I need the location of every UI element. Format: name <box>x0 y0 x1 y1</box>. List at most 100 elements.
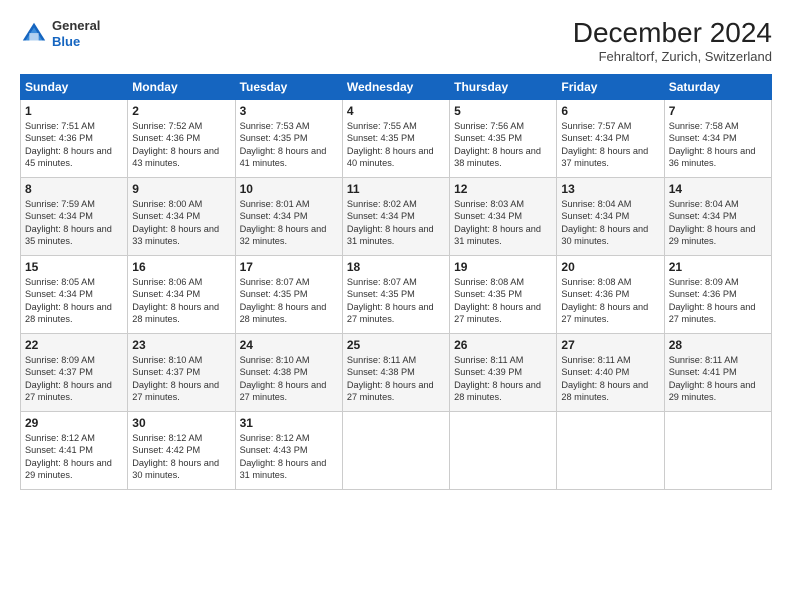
cell-content: Sunrise: 8:12 AMSunset: 4:43 PMDaylight:… <box>240 433 327 480</box>
cell-content: Sunrise: 7:52 AMSunset: 4:36 PMDaylight:… <box>132 121 219 168</box>
cell-content: Sunrise: 8:08 AMSunset: 4:35 PMDaylight:… <box>454 277 541 324</box>
week-row-4: 22Sunrise: 8:09 AMSunset: 4:37 PMDayligh… <box>21 333 772 411</box>
cell-content: Sunrise: 8:05 AMSunset: 4:34 PMDaylight:… <box>25 277 112 324</box>
calendar-cell: 30Sunrise: 8:12 AMSunset: 4:42 PMDayligh… <box>128 411 235 489</box>
calendar-cell <box>450 411 557 489</box>
day-number: 7 <box>669 104 767 118</box>
day-number: 29 <box>25 416 123 430</box>
day-header-saturday: Saturday <box>664 74 771 99</box>
day-number: 14 <box>669 182 767 196</box>
calendar-cell: 9 Sunrise: 8:00 AMSunset: 4:34 PMDaylight… <box>128 177 235 255</box>
day-number: 23 <box>132 338 230 352</box>
cell-content: Sunrise: 8:11 AMSunset: 4:39 PMDaylight:… <box>454 355 541 402</box>
calendar-cell: 21 Sunrise: 8:09 AMSunset: 4:36 PMDayligh… <box>664 255 771 333</box>
cell-content: Sunrise: 7:57 AMSunset: 4:34 PMDaylight:… <box>561 121 648 168</box>
calendar-cell: 26 Sunrise: 8:11 AMSunset: 4:39 PMDayligh… <box>450 333 557 411</box>
cell-content: Sunrise: 8:08 AMSunset: 4:36 PMDaylight:… <box>561 277 648 324</box>
week-row-1: 1 Sunrise: 7:51 AMSunset: 4:36 PMDaylight… <box>21 99 772 177</box>
cell-content: Sunrise: 8:07 AMSunset: 4:35 PMDaylight:… <box>240 277 327 324</box>
calendar-cell: 13Sunrise: 8:04 AMSunset: 4:34 PMDayligh… <box>557 177 664 255</box>
day-number: 27 <box>561 338 659 352</box>
cell-content: Sunrise: 8:06 AMSunset: 4:34 PMDaylight:… <box>132 277 219 324</box>
header-row: SundayMondayTuesdayWednesdayThursdayFrid… <box>21 74 772 99</box>
calendar-page: General Blue December 2024 Fehraltorf, Z… <box>0 0 792 612</box>
cell-content: Sunrise: 8:10 AMSunset: 4:37 PMDaylight:… <box>132 355 219 402</box>
day-number: 6 <box>561 104 659 118</box>
calendar-cell: 16 Sunrise: 8:06 AMSunset: 4:34 PMDayligh… <box>128 255 235 333</box>
cell-content: Sunrise: 8:01 AMSunset: 4:34 PMDaylight:… <box>240 199 327 246</box>
cell-content: Sunrise: 8:07 AMSunset: 4:35 PMDaylight:… <box>347 277 434 324</box>
cell-content: Sunrise: 8:11 AMSunset: 4:38 PMDaylight:… <box>347 355 434 402</box>
day-number: 16 <box>132 260 230 274</box>
day-header-sunday: Sunday <box>21 74 128 99</box>
calendar-cell: 14 Sunrise: 8:04 AMSunset: 4:34 PMDayligh… <box>664 177 771 255</box>
calendar-cell: 29 Sunrise: 8:12 AMSunset: 4:41 PMDayligh… <box>21 411 128 489</box>
calendar-cell: 7Sunrise: 7:58 AMSunset: 4:34 PMDaylight… <box>664 99 771 177</box>
month-title: December 2024 <box>573 18 772 49</box>
day-number: 19 <box>454 260 552 274</box>
cell-content: Sunrise: 8:09 AMSunset: 4:36 PMDaylight:… <box>669 277 756 324</box>
cell-content: Sunrise: 8:10 AMSunset: 4:38 PMDaylight:… <box>240 355 327 402</box>
day-number: 9 <box>132 182 230 196</box>
calendar-cell: 25 Sunrise: 8:11 AMSunset: 4:38 PMDayligh… <box>342 333 449 411</box>
calendar-cell <box>557 411 664 489</box>
calendar-cell: 19 Sunrise: 8:08 AMSunset: 4:35 PMDayligh… <box>450 255 557 333</box>
day-number: 1 <box>25 104 123 118</box>
day-number: 28 <box>669 338 767 352</box>
day-number: 18 <box>347 260 445 274</box>
day-header-wednesday: Wednesday <box>342 74 449 99</box>
title-block: December 2024 Fehraltorf, Zurich, Switze… <box>573 18 772 64</box>
calendar-cell: 22Sunrise: 8:09 AMSunset: 4:37 PMDayligh… <box>21 333 128 411</box>
calendar-cell: 23 Sunrise: 8:10 AMSunset: 4:37 PMDayligh… <box>128 333 235 411</box>
day-number: 21 <box>669 260 767 274</box>
cell-content: Sunrise: 8:11 AMSunset: 4:40 PMDaylight:… <box>561 355 648 402</box>
day-header-thursday: Thursday <box>450 74 557 99</box>
day-number: 24 <box>240 338 338 352</box>
calendar-cell: 24 Sunrise: 8:10 AMSunset: 4:38 PMDayligh… <box>235 333 342 411</box>
day-header-monday: Monday <box>128 74 235 99</box>
cell-content: Sunrise: 8:03 AMSunset: 4:34 PMDaylight:… <box>454 199 541 246</box>
cell-content: Sunrise: 8:02 AMSunset: 4:34 PMDaylight:… <box>347 199 434 246</box>
day-number: 15 <box>25 260 123 274</box>
calendar-cell: 17 Sunrise: 8:07 AMSunset: 4:35 PMDayligh… <box>235 255 342 333</box>
day-header-friday: Friday <box>557 74 664 99</box>
cell-content: Sunrise: 7:59 AMSunset: 4:34 PMDaylight:… <box>25 199 112 246</box>
location: Fehraltorf, Zurich, Switzerland <box>573 49 772 64</box>
day-number: 11 <box>347 182 445 196</box>
calendar-cell: 6 Sunrise: 7:57 AMSunset: 4:34 PMDaylight… <box>557 99 664 177</box>
cell-content: Sunrise: 8:00 AMSunset: 4:34 PMDaylight:… <box>132 199 219 246</box>
day-header-tuesday: Tuesday <box>235 74 342 99</box>
day-number: 26 <box>454 338 552 352</box>
calendar-cell: 11 Sunrise: 8:02 AMSunset: 4:34 PMDayligh… <box>342 177 449 255</box>
calendar-cell: 8Sunrise: 7:59 AMSunset: 4:34 PMDaylight… <box>21 177 128 255</box>
day-number: 17 <box>240 260 338 274</box>
day-number: 10 <box>240 182 338 196</box>
calendar-cell: 1 Sunrise: 7:51 AMSunset: 4:36 PMDaylight… <box>21 99 128 177</box>
logo: General Blue <box>20 18 100 49</box>
cell-content: Sunrise: 7:55 AMSunset: 4:35 PMDaylight:… <box>347 121 434 168</box>
logo-text: General Blue <box>52 18 100 49</box>
calendar-cell <box>342 411 449 489</box>
cell-content: Sunrise: 7:53 AMSunset: 4:35 PMDaylight:… <box>240 121 327 168</box>
logo-icon <box>20 20 48 48</box>
calendar-cell: 18 Sunrise: 8:07 AMSunset: 4:35 PMDayligh… <box>342 255 449 333</box>
cell-content: Sunrise: 8:12 AMSunset: 4:42 PMDaylight:… <box>132 433 219 480</box>
day-number: 13 <box>561 182 659 196</box>
calendar-cell: 31Sunrise: 8:12 AMSunset: 4:43 PMDayligh… <box>235 411 342 489</box>
cell-content: Sunrise: 8:04 AMSunset: 4:34 PMDaylight:… <box>669 199 756 246</box>
cell-content: Sunrise: 8:12 AMSunset: 4:41 PMDaylight:… <box>25 433 112 480</box>
day-number: 25 <box>347 338 445 352</box>
day-number: 3 <box>240 104 338 118</box>
calendar-cell: 3 Sunrise: 7:53 AMSunset: 4:35 PMDaylight… <box>235 99 342 177</box>
calendar-cell: 28Sunrise: 8:11 AMSunset: 4:41 PMDayligh… <box>664 333 771 411</box>
week-row-2: 8Sunrise: 7:59 AMSunset: 4:34 PMDaylight… <box>21 177 772 255</box>
calendar-cell: 15 Sunrise: 8:05 AMSunset: 4:34 PMDayligh… <box>21 255 128 333</box>
calendar-table: SundayMondayTuesdayWednesdayThursdayFrid… <box>20 74 772 490</box>
calendar-cell: 20Sunrise: 8:08 AMSunset: 4:36 PMDayligh… <box>557 255 664 333</box>
day-number: 4 <box>347 104 445 118</box>
calendar-cell: 4 Sunrise: 7:55 AMSunset: 4:35 PMDaylight… <box>342 99 449 177</box>
cell-content: Sunrise: 7:51 AMSunset: 4:36 PMDaylight:… <box>25 121 112 168</box>
calendar-cell: 27 Sunrise: 8:11 AMSunset: 4:40 PMDayligh… <box>557 333 664 411</box>
cell-content: Sunrise: 7:56 AMSunset: 4:35 PMDaylight:… <box>454 121 541 168</box>
cell-content: Sunrise: 8:09 AMSunset: 4:37 PMDaylight:… <box>25 355 112 402</box>
